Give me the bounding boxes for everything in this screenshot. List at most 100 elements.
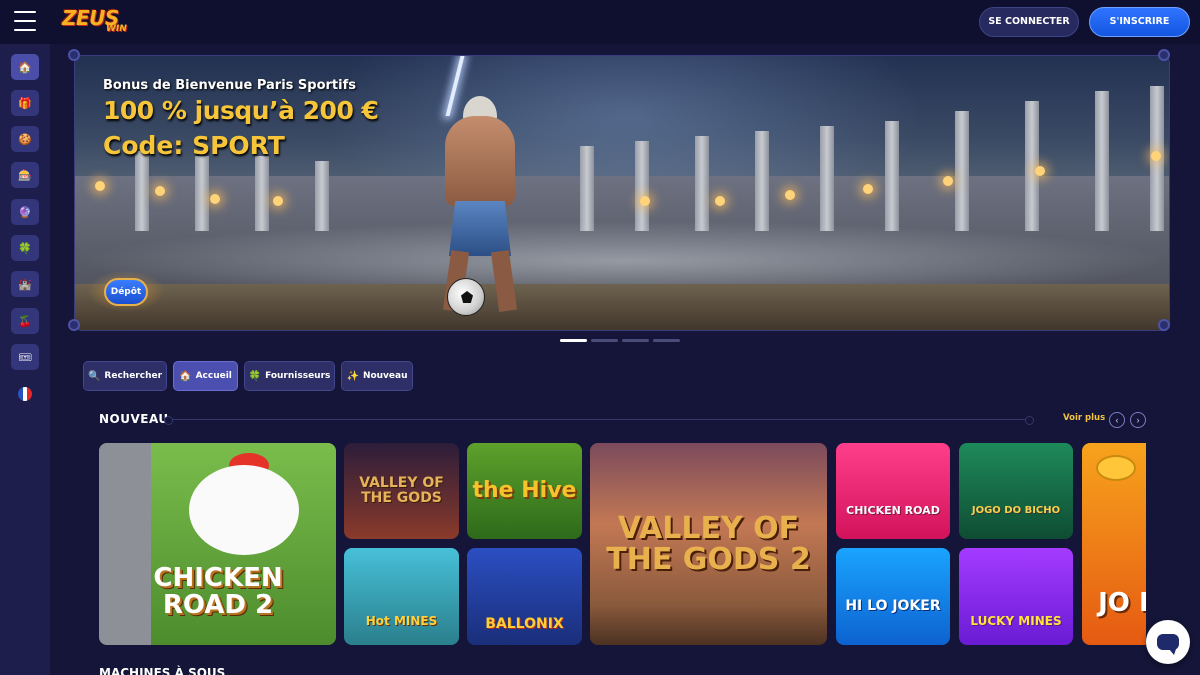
carousel-dots xyxy=(560,339,680,342)
home-icon: 🏠 xyxy=(179,370,192,382)
game-tile-jogo-do-bicho[interactable]: JOGO DO BICHO xyxy=(959,443,1073,539)
banner-corner xyxy=(1158,49,1170,61)
tab-home[interactable]: 🏠 Accueil xyxy=(173,361,238,391)
site-logo[interactable]: ZEUS WIN xyxy=(62,6,142,36)
game-title: JOGO DO BICHO xyxy=(971,504,1061,516)
banner-column xyxy=(135,151,149,231)
clover-icon: 🍀 xyxy=(18,242,32,255)
game-tile-ballonix[interactable]: BALLONIX xyxy=(467,548,582,645)
game-tile-hilo-joker[interactable]: HI LO JOKER xyxy=(836,548,950,645)
banner-corner xyxy=(68,49,80,61)
register-button[interactable]: S'INSCRIRE xyxy=(1089,7,1190,37)
home-icon: 🏠 xyxy=(18,61,32,74)
tab-providers[interactable]: 🍀 Fournisseurs xyxy=(244,361,335,391)
banner-column xyxy=(580,146,594,231)
game-tile-the-hive[interactable]: the Hive xyxy=(467,443,582,539)
game-title: Hot MINES xyxy=(365,614,438,629)
next-section-title: MACHINES À SOUS xyxy=(99,666,226,675)
banner-lamp xyxy=(640,196,650,206)
tab-search[interactable]: 🔍 Rechercher xyxy=(83,361,167,391)
banner-headline: 100 % jusqu’à 200 € xyxy=(103,96,379,125)
banner-column xyxy=(820,126,834,231)
sidebar-item-lottery[interactable]: 🎟 xyxy=(11,344,39,370)
tab-label: Rechercher xyxy=(104,371,163,381)
game-title: HI LO JOKER xyxy=(845,598,941,615)
tab-new[interactable]: ✨ Nouveau xyxy=(341,361,413,391)
top-header: ZEUS WIN SE CONNECTER S'INSCRIRE xyxy=(0,0,1200,44)
sidebar-item-providers[interactable]: 🍀 xyxy=(11,235,39,261)
chat-button[interactable] xyxy=(1146,620,1190,664)
banner-column xyxy=(195,156,209,231)
banner-lamp xyxy=(210,194,220,204)
sidebar-item-home[interactable]: 🏠 xyxy=(11,54,39,80)
tab-label: Nouveau xyxy=(362,371,408,381)
section-title: NOUVEAU xyxy=(99,412,169,426)
game-title: CHICKEN ROAD 2 xyxy=(153,563,283,621)
game-title: BALLONIX xyxy=(485,616,564,633)
gift-icon: 🎁 xyxy=(18,97,32,110)
cookie-icon: 🍪 xyxy=(18,133,32,146)
carousel-dot[interactable] xyxy=(560,339,587,342)
banner-lamp xyxy=(785,190,795,200)
banner-lamp xyxy=(95,181,105,191)
game-tile-partial[interactable]: JO P xyxy=(1082,443,1146,645)
sidebar-item-bonus[interactable]: 🍪 xyxy=(11,126,39,152)
carousel-dot[interactable] xyxy=(591,339,618,342)
section-divider xyxy=(164,416,1034,425)
banner-ground xyxy=(75,284,1169,330)
banner-corner xyxy=(68,319,80,331)
banner-code: Code: SPORT xyxy=(103,131,285,160)
game-title: VALLEY OF THE GODS xyxy=(359,475,444,506)
banner-column xyxy=(635,141,649,231)
banner-lamp xyxy=(1035,166,1045,176)
sidebar: 🏠 🎁 🍪 🎰 🔮 🍀 🏰 🍒 🎟 xyxy=(0,44,50,675)
banner-lamp xyxy=(155,186,165,196)
ball-icon: 🔮 xyxy=(18,206,32,219)
sidebar-item-tournaments[interactable]: 🏰 xyxy=(11,271,39,297)
tab-label: Fournisseurs xyxy=(265,371,331,381)
star-icon: ✨ xyxy=(346,370,359,382)
cherries-icon: 🍒 xyxy=(18,315,32,328)
banner-lamp xyxy=(943,176,953,186)
chat-icon xyxy=(1157,634,1179,655)
ticket-icon: 🎟 xyxy=(18,351,32,364)
promo-banner[interactable]: Bonus de Bienvenue Paris Sportifs 100 % … xyxy=(74,55,1170,331)
banner-column xyxy=(755,131,769,231)
carousel-dot[interactable] xyxy=(622,339,649,342)
banner-corner xyxy=(1158,319,1170,331)
game-title: the Hive xyxy=(472,478,577,504)
banner-lamp xyxy=(1151,151,1161,161)
coin-icon xyxy=(1096,455,1136,481)
france-flag-icon[interactable] xyxy=(18,387,32,401)
sidebar-item-live[interactable]: 🔮 xyxy=(11,199,39,225)
login-button[interactable]: SE CONNECTER xyxy=(979,7,1079,37)
banner-subtitle: Bonus de Bienvenue Paris Sportifs xyxy=(103,78,356,93)
zeus-figure xyxy=(435,96,525,316)
banner-lamp xyxy=(273,196,283,206)
banner-column xyxy=(255,156,269,231)
game-tile-chicken-road-2[interactable]: CHICKEN ROAD 2 xyxy=(99,443,336,645)
carousel-dot[interactable] xyxy=(653,339,680,342)
game-title: VALLEY OF THE GODS 2 xyxy=(606,510,811,577)
see-more-link[interactable]: Voir plus xyxy=(1063,413,1105,423)
logo-subtext: WIN xyxy=(106,24,127,34)
game-tile-lucky-mines[interactable]: LUCKY MINES xyxy=(959,548,1073,645)
sidebar-item-classic[interactable]: 🍒 xyxy=(11,308,39,334)
menu-icon[interactable] xyxy=(14,11,36,31)
game-tile-hot-mines[interactable]: Hot MINES xyxy=(344,548,459,645)
game-tile-valley-of-the-gods[interactable]: VALLEY OF THE GODS xyxy=(344,443,459,539)
game-tile-valley-of-the-gods-2[interactable]: VALLEY OF THE GODS 2 xyxy=(590,443,827,645)
search-icon: 🔍 xyxy=(87,370,101,382)
sidebar-item-promotions[interactable]: 🎁 xyxy=(11,90,39,116)
chevron-left-icon[interactable]: ‹ xyxy=(1109,412,1125,428)
banner-column xyxy=(955,111,969,231)
chevron-right-icon[interactable]: › xyxy=(1130,412,1146,428)
clover-icon: 🍀 xyxy=(248,370,262,382)
deposit-button[interactable]: Dépôt xyxy=(104,278,148,306)
banner-column xyxy=(885,121,899,231)
game-tile-chicken-road[interactable]: CHICKEN ROAD xyxy=(836,443,950,539)
game-title: LUCKY MINES xyxy=(970,614,1062,629)
soccer-ball-icon xyxy=(447,278,485,316)
sidebar-item-slots[interactable]: 🎰 xyxy=(11,162,39,188)
banner-lamp xyxy=(715,196,725,206)
